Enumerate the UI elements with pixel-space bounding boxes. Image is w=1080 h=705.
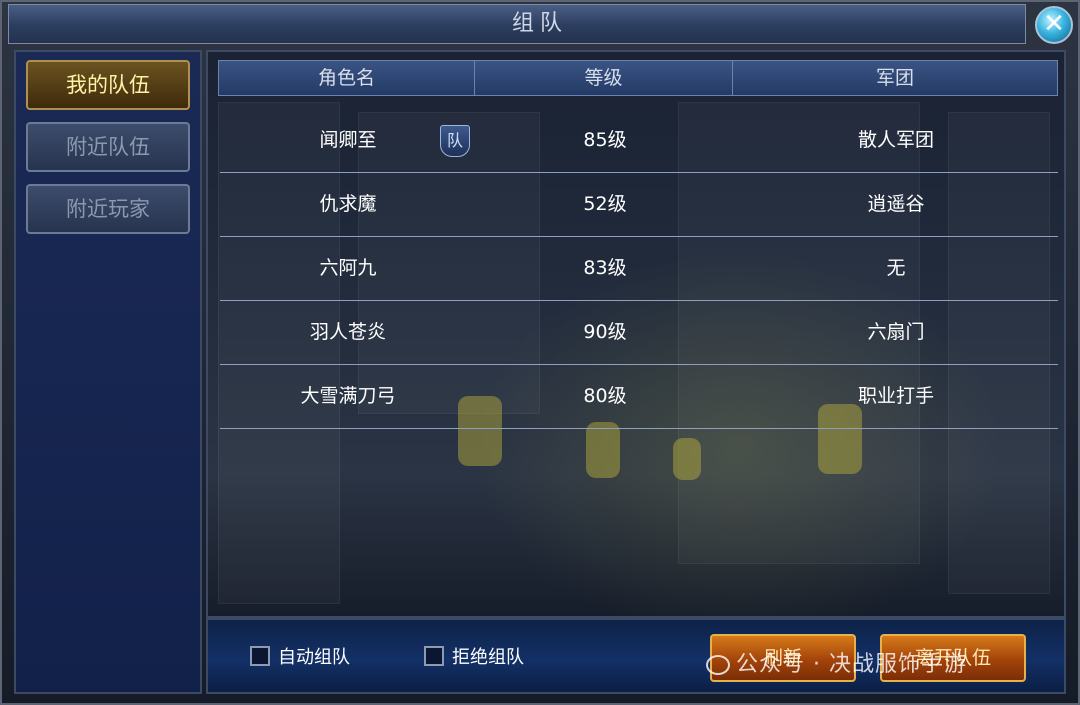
auto-team-label: 自动组队 [278, 647, 350, 668]
player-level: 52级 [583, 193, 627, 215]
table-row[interactable]: 闻卿至 队 85级 散人军团 [220, 108, 1058, 173]
table-row[interactable]: 六阿九 83级 无 [220, 236, 1058, 301]
sidebar: 我的队伍 附近队伍 附近玩家 [14, 50, 202, 694]
watermark-text: 公众号 · 决战服饰手游 [736, 652, 967, 677]
table-header: 角色名 等级 军团 [218, 60, 1058, 96]
player-guild: 六扇门 [867, 321, 925, 343]
window-title: 组队 [511, 11, 568, 36]
player-guild: 逍遥谷 [867, 193, 925, 215]
tab-nearby-teams[interactable]: 附近队伍 [26, 122, 190, 172]
player-level: 83级 [583, 257, 627, 279]
team-list-panel: 角色名 等级 军团 闻卿至 队 85级 散人军团 仇求魔 52级 逍遥谷 六阿九… [206, 50, 1066, 618]
player-level: 80级 [583, 385, 627, 407]
player-name: 仇求魔 [319, 193, 377, 215]
player-guild: 散人军团 [857, 129, 934, 151]
refuse-team-label: 拒绝组队 [452, 647, 524, 668]
table-row[interactable]: 大雪满刀弓 80级 职业打手 [220, 364, 1058, 429]
tab-my-team[interactable]: 我的队伍 [26, 60, 190, 110]
tab-nearby-players[interactable]: 附近玩家 [26, 184, 190, 234]
checkbox-box[interactable] [250, 646, 270, 666]
player-name: 六阿九 [319, 257, 377, 279]
close-button[interactable]: ✕ [1035, 6, 1073, 44]
column-header-name: 角色名 [219, 61, 475, 95]
checkbox-box[interactable] [424, 646, 444, 666]
lantern-decoration [673, 438, 701, 480]
column-header-guild: 军团 [875, 67, 914, 89]
player-guild: 职业打手 [857, 385, 934, 407]
lantern-decoration [586, 422, 620, 478]
player-level: 85级 [583, 129, 627, 151]
auto-team-checkbox[interactable]: 自动组队 [250, 642, 350, 670]
refuse-team-checkbox[interactable]: 拒绝组队 [424, 642, 524, 670]
watermark: 公众号 · 决战服饰手游 [706, 646, 967, 678]
player-name: 闻卿至 [319, 129, 377, 151]
column-header-level: 等级 [475, 61, 733, 95]
player-name: 大雪满刀弓 [300, 385, 396, 407]
table-row[interactable]: 仇求魔 52级 逍遥谷 [220, 172, 1058, 237]
table-row[interactable]: 羽人苍炎 90级 六扇门 [220, 300, 1058, 365]
player-level: 90级 [583, 321, 627, 343]
player-name: 羽人苍炎 [309, 321, 386, 343]
player-guild: 无 [886, 257, 906, 279]
team-leader-badge-icon: 队 [440, 125, 470, 157]
close-x-icon: ✕ [1043, 9, 1065, 39]
wechat-icon [706, 655, 730, 675]
